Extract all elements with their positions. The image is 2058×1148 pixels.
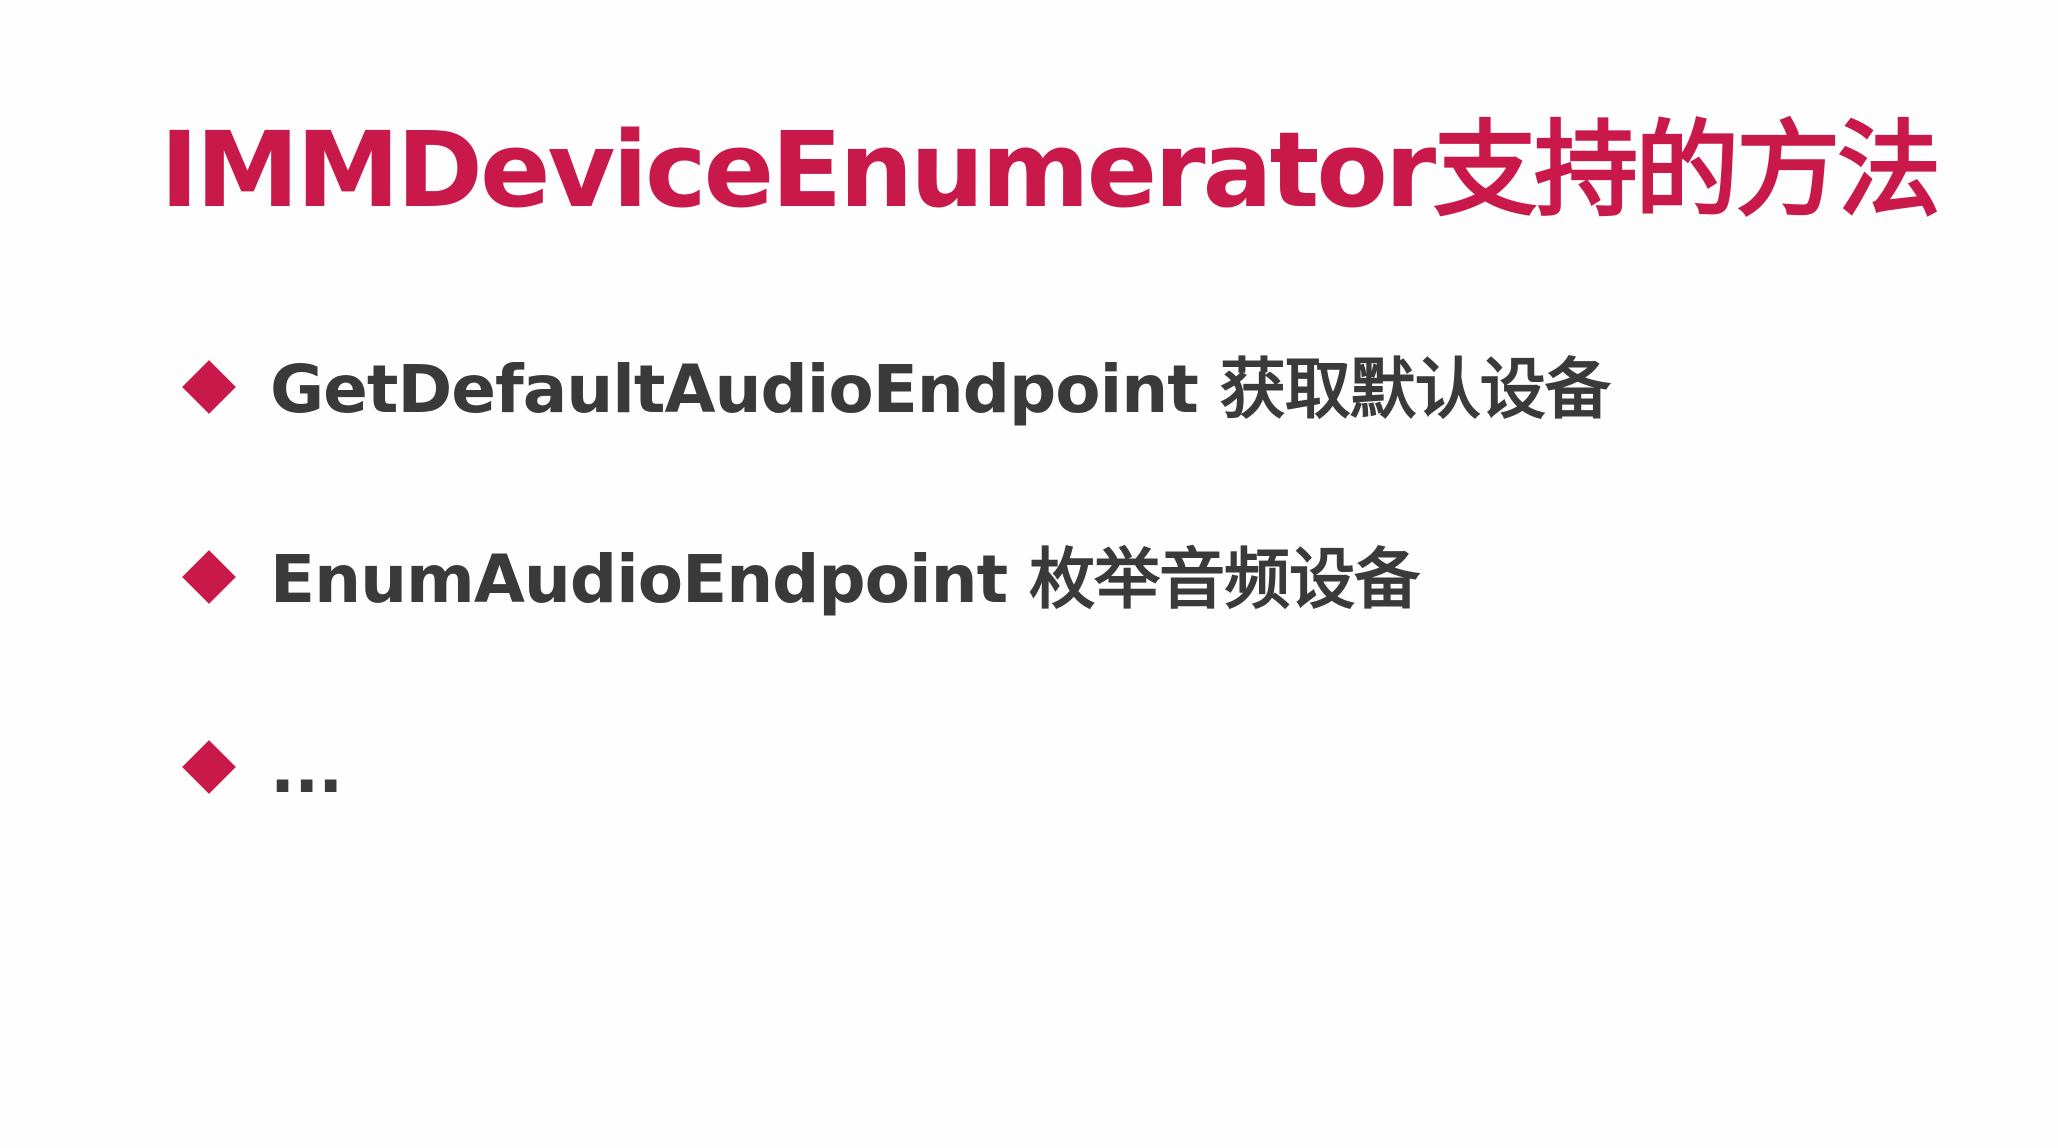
diamond-bullet-icon (182, 360, 236, 414)
diamond-bullet-icon (182, 740, 236, 794)
bullet-list: GetDefaultAudioEndpoint 获取默认设备 EnumAudio… (180, 340, 1980, 910)
bullet-text: EnumAudioEndpoint 枚举音频设备 (270, 541, 1420, 618)
bullet-text: ... (270, 731, 343, 808)
slide-title: IMMDeviceEnumerator支持的方法 (160, 109, 1941, 231)
bullet-item: EnumAudioEndpoint 枚举音频设备 (180, 530, 1980, 720)
bullet-item: ... (180, 720, 1980, 910)
bullet-item: GetDefaultAudioEndpoint 获取默认设备 (180, 340, 1980, 530)
diamond-bullet-icon (182, 550, 236, 604)
bullet-text: GetDefaultAudioEndpoint 获取默认设备 (270, 351, 1611, 428)
slide: IMMDeviceEnumerator支持的方法 GetDefaultAudio… (0, 0, 2058, 1148)
